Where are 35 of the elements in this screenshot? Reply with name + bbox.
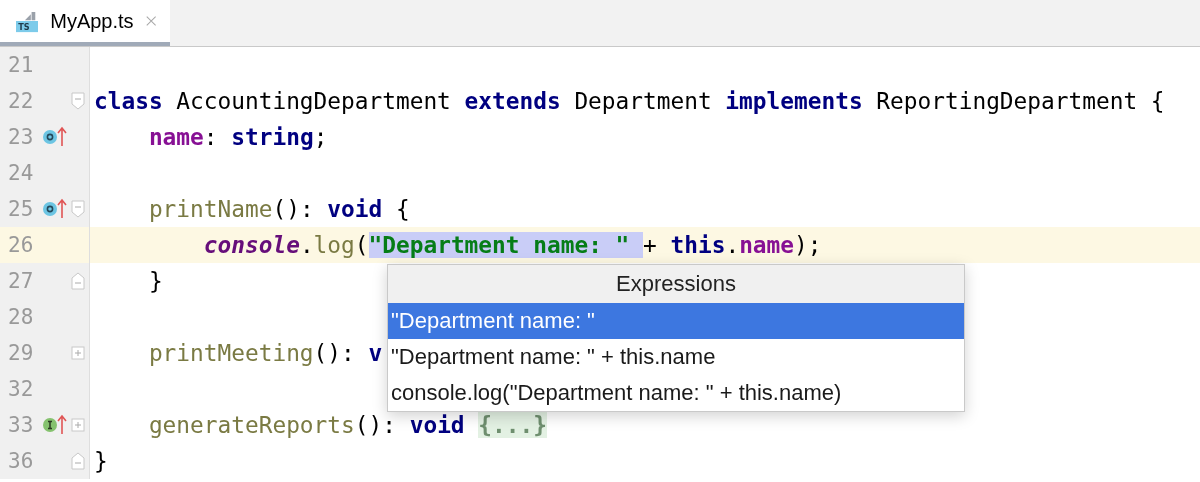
line-number: 23 xyxy=(7,125,35,149)
code-line: printMeeting(): v xyxy=(147,340,383,366)
line-number: 25 xyxy=(7,197,35,221)
code-line: console.log("Department name: " + this.name); xyxy=(202,232,822,258)
line-number: 33 xyxy=(7,413,35,437)
code-line: } xyxy=(94,448,108,474)
field-up-arrow-icon[interactable] xyxy=(42,125,68,149)
line-number: 32 xyxy=(7,377,35,401)
line-number: 27 xyxy=(7,269,35,293)
code-line: class AccountingDepartment extends Department implements ReportingDepartment { xyxy=(94,88,1165,114)
line-number: 26 xyxy=(7,233,35,257)
fold-icon[interactable] xyxy=(71,200,85,218)
expression-item[interactable]: "Department name: " + this.name xyxy=(388,339,964,375)
interface-up-arrow-icon[interactable] xyxy=(42,413,68,437)
line-number: 21 xyxy=(7,53,35,77)
line-number: 29 xyxy=(7,341,35,365)
expression-item[interactable]: "Department name: " xyxy=(388,303,964,339)
fold-icon[interactable] xyxy=(71,452,85,470)
expression-item[interactable]: console.log("Department name: " + this.name) xyxy=(388,375,964,411)
fold-icon[interactable] xyxy=(71,272,85,290)
line-number: 28 xyxy=(7,305,35,329)
close-icon[interactable] xyxy=(145,14,156,28)
code-line: } xyxy=(147,268,163,294)
fold-icon[interactable] xyxy=(71,92,85,110)
line-number: 36 xyxy=(7,449,35,473)
file-tab[interactable]: TS MyApp.ts xyxy=(0,0,170,46)
code-line: printName(): void { xyxy=(147,196,410,222)
unfold-icon[interactable] xyxy=(71,346,85,360)
code-line: name: string; xyxy=(147,124,328,150)
popup-title: Expressions xyxy=(388,265,964,303)
unfold-icon[interactable] xyxy=(71,418,85,432)
line-number: 22 xyxy=(7,89,35,113)
field-up-arrow-icon[interactable] xyxy=(42,197,68,221)
code-line: generateReports(): void {...} xyxy=(147,412,547,438)
line-number: 24 xyxy=(7,161,35,185)
